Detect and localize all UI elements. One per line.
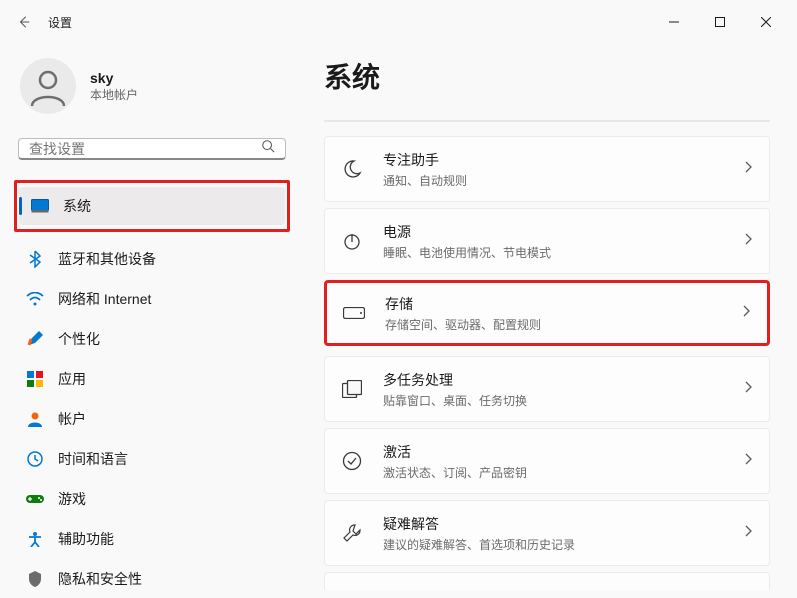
titlebar: 设置 — [0, 0, 797, 44]
card-focus-assist[interactable]: 专注助手 通知、自动规则 — [324, 136, 770, 202]
close-icon — [761, 17, 771, 27]
sidebar-item-label: 游戏 — [58, 489, 86, 509]
card-subtitle: 睡眠、电池使用情况、节电模式 — [383, 244, 723, 261]
search-input[interactable] — [29, 141, 261, 157]
card-text: 疑难解答 建议的疑难解答、首选项和历史记录 — [383, 514, 723, 553]
sidebar-item-privacy[interactable]: 隐私和安全性 — [14, 560, 290, 598]
sidebar-item-label: 应用 — [58, 369, 86, 389]
card-storage[interactable]: 存储 存储空间、驱动器、配置规则 — [324, 280, 770, 346]
personalize-icon — [26, 330, 44, 348]
storage-icon — [343, 302, 365, 324]
chevron-right-icon — [743, 232, 753, 251]
power-icon — [341, 230, 363, 252]
card-title: 电源 — [383, 222, 723, 242]
sidebar: sky 本地帐户 系统 — [0, 44, 300, 590]
wifi-icon — [26, 290, 44, 308]
card-title: 多任务处理 — [383, 370, 723, 390]
card-subtitle: 存储空间、驱动器、配置规则 — [385, 316, 721, 333]
activation-icon — [341, 450, 363, 472]
avatar — [20, 58, 76, 114]
account-block[interactable]: sky 本地帐户 — [14, 44, 290, 138]
close-button[interactable] — [743, 6, 789, 38]
sidebar-nav: 系统 蓝牙和其他设备 网络和 Internet 个性化 — [14, 178, 290, 598]
sidebar-item-label: 时间和语言 — [58, 449, 128, 469]
bluetooth-icon — [26, 250, 44, 268]
maximize-icon — [715, 17, 725, 27]
chevron-right-icon — [743, 452, 753, 471]
maximize-button[interactable] — [697, 6, 743, 38]
content-area: 系统 专注助手 通知、自动规则 电源 睡眠、电池使用情况、节电模式 — [300, 44, 797, 590]
card-title: 存储 — [385, 294, 721, 314]
card-multitasking[interactable]: 多任务处理 贴靠窗口、桌面、任务切换 — [324, 356, 770, 422]
card-title: 专注助手 — [383, 150, 723, 170]
card-recovery[interactable]: 恢复 — [324, 572, 770, 590]
gaming-icon — [26, 490, 44, 508]
app-title: 设置 — [48, 14, 72, 31]
sidebar-item-personalize[interactable]: 个性化 — [14, 320, 290, 358]
chevron-right-icon — [743, 160, 753, 179]
card-subtitle: 通知、自动规则 — [383, 172, 723, 189]
card-activation[interactable]: 激活 激活状态、订阅、产品密钥 — [324, 428, 770, 494]
divider — [324, 120, 770, 122]
card-text: 激活 激活状态、订阅、产品密钥 — [383, 442, 723, 481]
privacy-icon — [26, 570, 44, 588]
window-controls — [651, 6, 789, 38]
sidebar-item-accessibility[interactable]: 辅助功能 — [14, 520, 290, 558]
card-text: 电源 睡眠、电池使用情况、节电模式 — [383, 222, 723, 261]
person-icon — [28, 66, 68, 106]
main-layout: sky 本地帐户 系统 — [0, 44, 797, 590]
time-icon — [26, 450, 44, 468]
sidebar-item-time[interactable]: 时间和语言 — [14, 440, 290, 478]
sidebar-item-label: 蓝牙和其他设备 — [58, 249, 156, 269]
sidebar-item-label: 系统 — [63, 196, 91, 216]
card-title: 激活 — [383, 442, 723, 462]
page-title: 系统 — [324, 56, 777, 96]
sidebar-item-label: 隐私和安全性 — [58, 569, 142, 589]
back-arrow-icon — [17, 15, 31, 29]
sidebar-item-label: 个性化 — [58, 329, 100, 349]
account-icon — [26, 410, 44, 428]
highlight-system-nav: 系统 — [14, 180, 290, 232]
titlebar-left: 设置 — [16, 14, 72, 31]
card-title: 疑难解答 — [383, 514, 723, 534]
card-subtitle: 建议的疑难解答、首选项和历史记录 — [383, 536, 723, 553]
sidebar-item-apps[interactable]: 应用 — [14, 360, 290, 398]
back-button[interactable] — [16, 14, 32, 30]
card-text: 多任务处理 贴靠窗口、桌面、任务切换 — [383, 370, 723, 409]
card-subtitle: 贴靠窗口、桌面、任务切换 — [383, 392, 723, 409]
moon-icon — [341, 158, 363, 180]
sidebar-item-network[interactable]: 网络和 Internet — [14, 280, 290, 318]
card-subtitle: 激活状态、订阅、产品密钥 — [383, 464, 723, 481]
multitask-icon — [341, 378, 363, 400]
chevron-right-icon — [743, 524, 753, 543]
apps-icon — [26, 370, 44, 388]
account-name: sky — [90, 70, 138, 86]
sidebar-item-bluetooth[interactable]: 蓝牙和其他设备 — [14, 240, 290, 278]
search-box[interactable] — [18, 138, 286, 160]
card-text: 专注助手 通知、自动规则 — [383, 150, 723, 189]
minimize-icon — [669, 17, 679, 27]
chevron-right-icon — [743, 380, 753, 399]
system-icon — [31, 197, 49, 215]
card-troubleshoot[interactable]: 疑难解答 建议的疑难解答、首选项和历史记录 — [324, 500, 770, 566]
account-subtitle: 本地帐户 — [90, 86, 138, 103]
sidebar-item-accounts[interactable]: 帐户 — [14, 400, 290, 438]
search-icon — [261, 139, 275, 158]
sidebar-item-system[interactable]: 系统 — [19, 187, 285, 225]
account-text: sky 本地帐户 — [90, 70, 138, 103]
accessibility-icon — [26, 530, 44, 548]
minimize-button[interactable] — [651, 6, 697, 38]
sidebar-item-gaming[interactable]: 游戏 — [14, 480, 290, 518]
chevron-right-icon — [741, 304, 751, 323]
troubleshoot-icon — [341, 522, 363, 544]
card-power[interactable]: 电源 睡眠、电池使用情况、节电模式 — [324, 208, 770, 274]
card-text: 存储 存储空间、驱动器、配置规则 — [385, 294, 721, 333]
sidebar-item-label: 网络和 Internet — [58, 289, 151, 309]
sidebar-item-label: 帐户 — [58, 409, 86, 429]
sidebar-item-label: 辅助功能 — [58, 529, 114, 549]
